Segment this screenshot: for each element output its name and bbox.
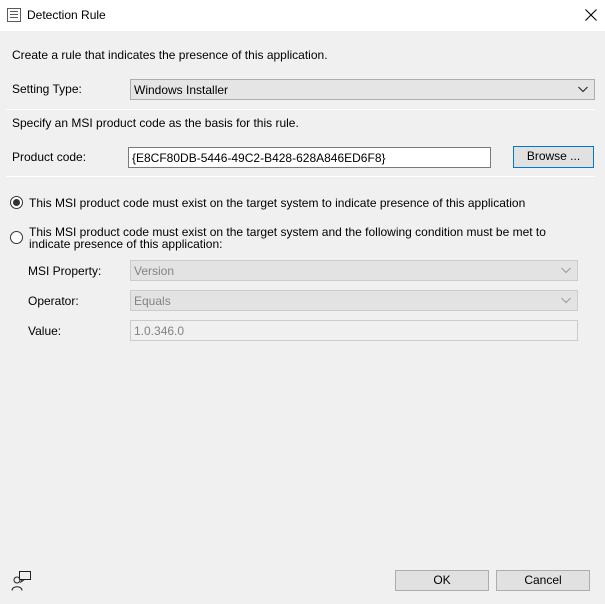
setting-type-select[interactable]: Windows Installer [130, 79, 595, 100]
option-exists-label[interactable]: This MSI product code must exist on the … [29, 197, 589, 209]
msi-property-label: MSI Property: [28, 264, 102, 278]
close-icon [585, 9, 597, 21]
separator [6, 109, 595, 110]
value-label: Value: [28, 324, 62, 338]
value-value: 1.0.346.0 [134, 324, 185, 338]
ok-button[interactable]: OK [395, 570, 489, 591]
operator-label: Operator: [28, 294, 79, 308]
operator-select[interactable]: Equals [130, 290, 578, 311]
msi-property-select[interactable]: Version [130, 260, 578, 281]
dialog-icon [7, 8, 21, 22]
chevron-down-icon [561, 297, 571, 304]
value-input[interactable]: 1.0.346.0 [130, 320, 578, 341]
title-bar: Detection Rule [0, 0, 605, 31]
close-button[interactable] [576, 0, 605, 30]
specify-text: Specify an MSI product code as the basis… [12, 116, 299, 130]
cancel-button[interactable]: Cancel [496, 570, 590, 591]
feedback-icon[interactable] [11, 570, 33, 592]
product-code-label: Product code: [12, 150, 87, 164]
window-title: Detection Rule [27, 8, 106, 22]
chevron-down-icon [578, 86, 588, 93]
option-exists-radio[interactable] [10, 196, 23, 209]
setting-type-label: Setting Type: [12, 82, 82, 96]
separator [6, 176, 595, 177]
operator-value: Equals [134, 294, 171, 308]
product-code-input[interactable]: {E8CF80DB-5446-49C2-B428-628A846ED6F8} [128, 147, 491, 168]
product-code-value: {E8CF80DB-5446-49C2-B428-628A846ED6F8} [132, 151, 386, 165]
option-condition-radio[interactable] [10, 231, 23, 244]
setting-type-value: Windows Installer [134, 83, 229, 97]
option-condition-label[interactable]: This MSI product code must exist on the … [29, 226, 589, 250]
msi-property-value: Version [134, 264, 175, 278]
intro-text: Create a rule that indicates the presenc… [12, 48, 328, 62]
chevron-down-icon [561, 267, 571, 274]
browse-button[interactable]: Browse ... [513, 146, 594, 168]
